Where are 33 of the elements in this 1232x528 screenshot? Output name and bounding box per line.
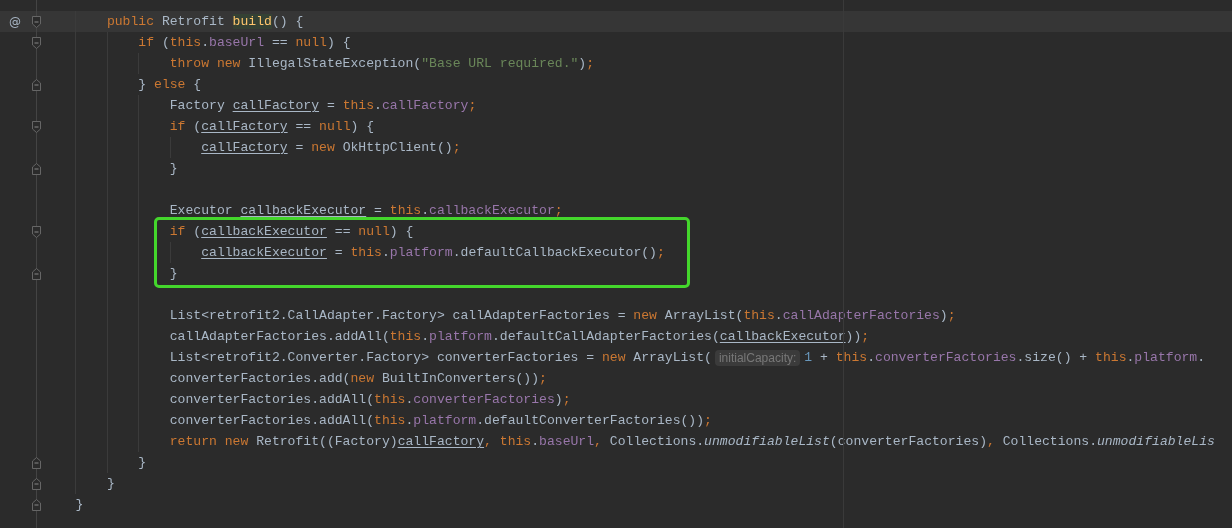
code-line: if (this.baseUrl == null) {	[44, 32, 351, 53]
code-line: }	[44, 158, 178, 179]
code-line: }	[74, 496, 84, 514]
fold-marker-icon[interactable]	[31, 477, 41, 490]
fold-marker-icon[interactable]	[31, 162, 41, 175]
fold-marker-icon[interactable]	[31, 498, 41, 511]
code-line: List<retrofit2.CallAdapter.Factory> callAdapterFactories = new ArrayList(this.callAdapterFactories);	[44, 305, 956, 326]
code-line: } else {	[44, 74, 202, 95]
override-marker[interactable]: @	[9, 14, 23, 29]
fold-marker-icon[interactable]	[31, 267, 41, 280]
code-line: Executor callbackExecutor = this.callbackExecutor;	[44, 200, 563, 221]
code-line: converterFactories.add(new BuiltInConverters());	[44, 368, 547, 389]
code-line: if (callFactory == null) {	[44, 116, 375, 137]
fold-marker-icon[interactable]	[31, 78, 41, 91]
code-line: List<retrofit2.Converter.Factory> converterFactories = new ArrayList( initialCapacity: 1 + this.converterFactories.size() + this.platform.	[44, 347, 1206, 368]
fold-marker-icon[interactable]	[31, 120, 41, 133]
fold-marker-icon[interactable]	[31, 456, 41, 469]
code-line: }	[44, 263, 178, 284]
code-line: Factory callFactory = this.callFactory;	[44, 95, 477, 116]
code-line: callbackExecutor = this.platform.defaultCallbackExecutor();	[44, 242, 665, 263]
fold-marker-icon[interactable]	[31, 15, 41, 28]
code-line: converterFactories.addAll(this.converterFactories);	[44, 389, 571, 410]
code-line: return new Retrofit((Factory)callFactory, this.baseUrl, Collections.unmodifiableList(converterFactories), Collections.unmodifiableLis	[44, 431, 1215, 452]
code-line: callFactory = new OkHttpClient();	[44, 137, 461, 158]
code-line: }	[44, 473, 115, 494]
code-line: if (callbackExecutor == null) {	[44, 221, 414, 242]
code-line: }	[44, 452, 147, 473]
code-line: throw new IllegalStateException("Base URL required.");	[44, 53, 595, 74]
code-line: callAdapterFactories.addAll(this.platform.defaultCallAdapterFactories(callbackExecutor));	[44, 326, 870, 347]
code-line: public Retrofit build() {	[44, 11, 304, 32]
fold-marker-icon[interactable]	[31, 225, 41, 238]
fold-marker-icon[interactable]	[31, 36, 41, 49]
code-line: converterFactories.addAll(this.platform.defaultConverterFactories());	[44, 410, 712, 431]
